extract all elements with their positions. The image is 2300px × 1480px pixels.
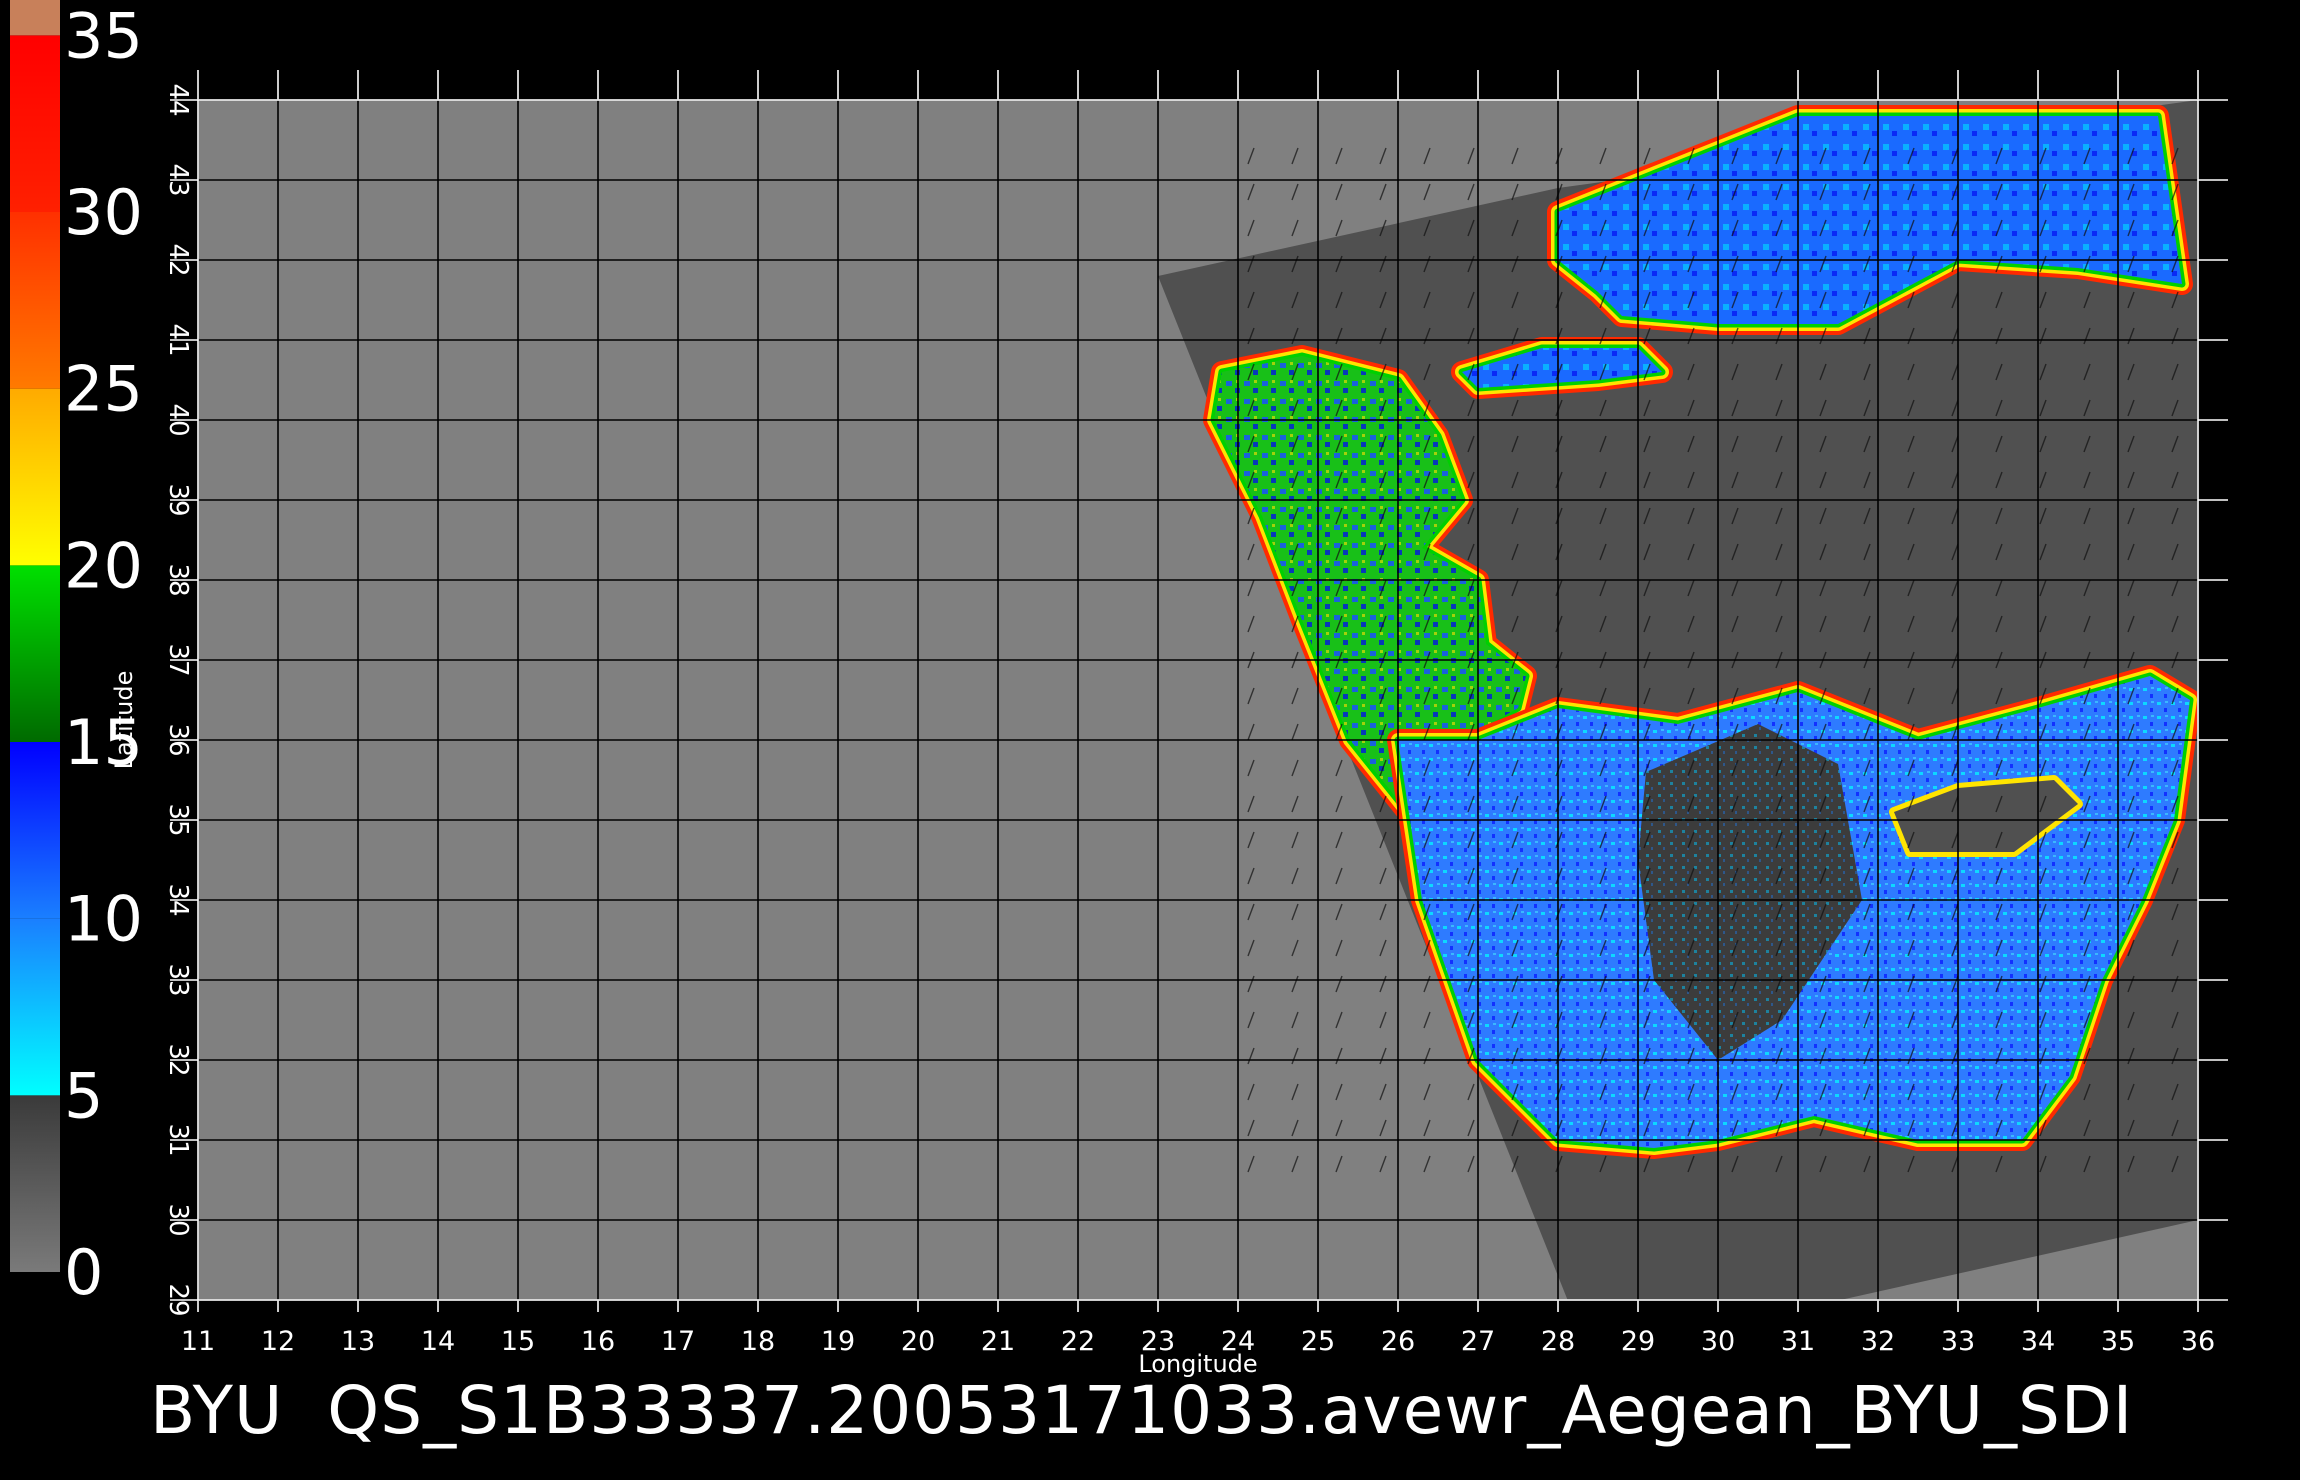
x-tick-label: 30	[1701, 1326, 1735, 1357]
colorbar-band	[10, 388, 60, 566]
colorbar-tick-label: 10	[64, 883, 143, 956]
file-caption: BYU QS_S1B33337.20053171033.avewr_Aegean…	[150, 1372, 2133, 1449]
x-tick-label: 34	[2021, 1326, 2055, 1357]
x-tick-label: 27	[1461, 1326, 1495, 1357]
colorbar-tick-label: 25	[64, 353, 143, 426]
y-tick-label: 36	[163, 723, 193, 756]
x-tick-label: 35	[2101, 1326, 2135, 1357]
x-tick-label: 16	[581, 1326, 615, 1357]
y-axis-label: Latitude	[110, 671, 138, 770]
colorbar-tick-label: 0	[64, 1236, 103, 1309]
colorbar-tick-label: 5	[64, 1059, 103, 1132]
y-tick-label: 32	[163, 1043, 193, 1076]
colorbar-band	[10, 0, 60, 36]
x-tick-label: 21	[981, 1326, 1015, 1357]
plot-area	[198, 100, 2198, 1300]
x-tick-label: 31	[1781, 1326, 1815, 1357]
colorbar: 05101520253035	[10, 0, 143, 1309]
colorbar-band	[10, 742, 60, 919]
y-tick-label: 44	[163, 83, 193, 116]
y-tick-label: 38	[163, 563, 193, 596]
x-tick-label: 22	[1061, 1326, 1095, 1357]
y-tick-label: 29	[163, 1283, 193, 1316]
colorbar-band	[10, 1095, 60, 1272]
y-tick-label: 40	[163, 403, 193, 436]
y-tick-label: 43	[163, 163, 193, 196]
y-tick-label: 30	[163, 1203, 193, 1236]
colorbar-band	[10, 212, 60, 389]
x-tick-label: 36	[2181, 1326, 2215, 1357]
y-tick-label: 34	[163, 883, 193, 916]
x-tick-label: 13	[341, 1326, 375, 1357]
x-tick-label: 12	[261, 1326, 295, 1357]
colorbar-tick-label: 20	[64, 529, 143, 602]
x-tick-label: 25	[1301, 1326, 1335, 1357]
y-tick-label: 39	[163, 483, 193, 516]
x-tick-label: 26	[1381, 1326, 1415, 1357]
wind-speed-map: 05101520253035 11 12 13 14 15 16 17 18 19 20 21 22 2…	[10, 0, 2228, 1378]
x-tick-label: 29	[1621, 1326, 1655, 1357]
y-tick-label: 33	[163, 963, 193, 996]
x-tick-label: 20	[901, 1326, 935, 1357]
colorbar-band	[10, 35, 60, 213]
x-tick-label: 14	[421, 1326, 455, 1357]
x-tick-label: 17	[661, 1326, 695, 1357]
x-tick-label: 18	[741, 1326, 775, 1357]
x-tick-label: 15	[501, 1326, 535, 1357]
colorbar-tick-label: 35	[64, 0, 143, 72]
caption-filename: QS_S1B33337.20053171033.avewr_Aegean_BYU…	[327, 1372, 2134, 1449]
caption-prefix: BYU	[150, 1372, 284, 1449]
y-tick-label: 37	[163, 643, 193, 676]
y-tick-label: 41	[163, 323, 193, 356]
colorbar-band	[10, 918, 60, 1096]
x-tick-label: 32	[1861, 1326, 1895, 1357]
colorbar-tick-label: 30	[64, 176, 143, 249]
x-tick-label: 19	[821, 1326, 855, 1357]
x-tick-label: 33	[1941, 1326, 1975, 1357]
y-tick-label: 42	[163, 243, 193, 276]
y-tick-label: 31	[163, 1123, 193, 1156]
x-tick-label: 11	[181, 1326, 215, 1357]
y-tick-label: 35	[163, 803, 193, 836]
colorbar-band	[10, 565, 60, 742]
x-tick-label: 28	[1541, 1326, 1575, 1357]
